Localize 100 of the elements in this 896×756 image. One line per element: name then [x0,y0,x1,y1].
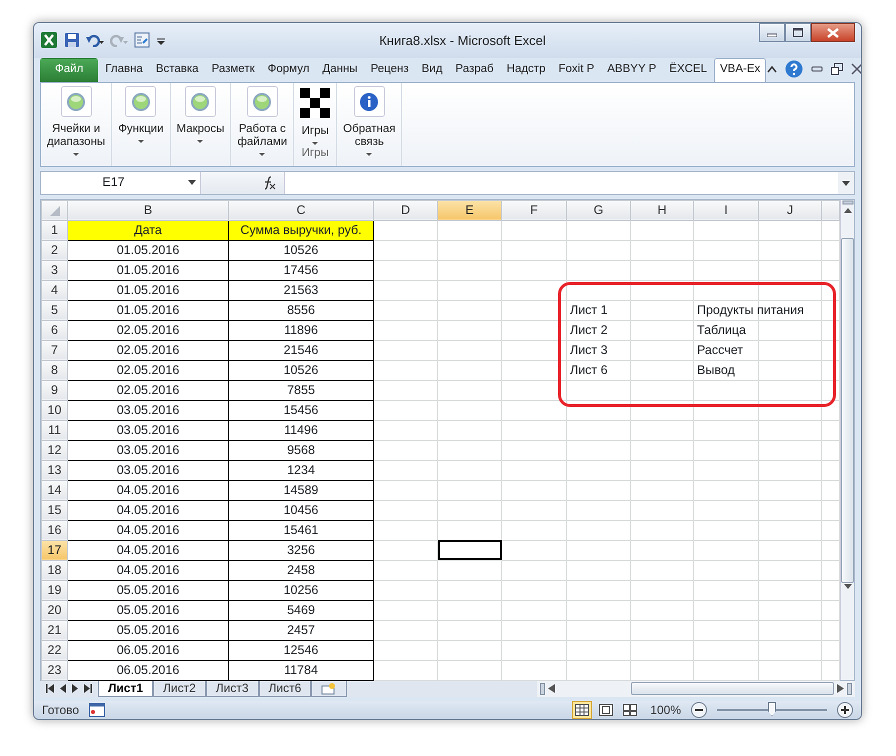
ribbon-button[interactable]: Функции [116,86,166,166]
row-header[interactable]: 4 [42,280,68,300]
row-header[interactable]: 5 [42,300,68,320]
row-header[interactable]: 14 [42,480,68,500]
column-header[interactable]: F [502,200,566,220]
table-cell: Продукты питания [697,302,804,317]
column-header[interactable]: D [374,200,438,220]
info-icon [359,92,380,112]
column-header[interactable]: I [694,200,758,220]
table-cell: 03.05.2016 [68,460,228,480]
table-cell: 17456 [228,260,374,280]
ribbon-tab[interactable]: ЁXCEL [663,58,713,82]
row-header[interactable]: 12 [42,440,68,460]
table-cell: 04.05.2016 [68,480,228,500]
column-header[interactable]: E [438,200,502,220]
row-header[interactable]: 18 [42,560,68,580]
ribbon-tab[interactable]: Данны [316,58,364,82]
sheet-tab[interactable]: Лист2 [153,680,206,697]
row-header[interactable]: 1 [42,220,68,240]
row-header[interactable]: 9 [42,380,68,400]
row-header[interactable]: 6 [42,320,68,340]
row-header[interactable]: 11 [42,420,68,440]
zoom-out-button[interactable] [691,702,707,718]
plus-icon [841,706,849,714]
file-tab[interactable]: Файл [40,58,98,82]
row-header[interactable]: 3 [42,260,68,280]
minimize-button[interactable] [759,23,785,42]
ribbon-button[interactable]: Игры [298,86,332,146]
normal-view-button[interactable] [572,701,592,719]
close-button[interactable] [811,23,855,42]
row-header[interactable]: 8 [42,360,68,380]
scrollbar-thumb[interactable] [841,238,854,583]
split-handle-icon[interactable] [842,200,854,206]
ribbon-tab[interactable]: Разраб [449,58,500,82]
ribbon-tab[interactable]: VBA-Ex [714,58,766,82]
ribbon-tab[interactable]: Вид [416,58,448,82]
row-header[interactable]: 17 [42,540,68,560]
collapse-ribbon-icon[interactable] [767,65,778,74]
maximize-button[interactable] [785,23,811,42]
split-handle-icon[interactable] [847,682,852,695]
ribbon-tab[interactable]: Разметк [206,58,261,82]
group-label: Игры [302,146,329,162]
ribbon-button[interactable]: Ячейки и диапазоны [45,86,108,166]
help-icon[interactable] [785,60,804,78]
ribbon-button[interactable]: Работа с файлами [235,86,290,166]
row-header[interactable]: 20 [42,600,68,620]
macro-record-icon[interactable] [89,703,106,717]
minimize-icon[interactable] [811,65,824,74]
column-header[interactable]: J [758,200,822,220]
first-sheet-icon[interactable] [46,684,54,694]
column-header[interactable]: C [228,200,374,220]
close-icon[interactable] [851,63,861,76]
column-header[interactable]: H [630,200,694,220]
split-handle-icon[interactable] [540,682,545,695]
form-icon[interactable] [134,32,150,48]
restore-icon[interactable] [831,63,844,76]
ribbon-tab[interactable]: Формул [262,58,316,82]
zoom-slider-thumb[interactable] [768,702,776,716]
row-header[interactable]: 2 [42,240,68,260]
excel-logo-icon[interactable] [40,31,58,50]
ribbon-button[interactable]: Обратная связь [341,86,398,166]
column-header[interactable]: G [566,200,630,220]
active-cell[interactable] [438,540,502,560]
save-icon[interactable] [64,32,80,48]
scroll-up-icon[interactable] [842,206,852,214]
last-sheet-icon[interactable] [84,684,92,694]
zoom-in-button[interactable] [837,702,853,718]
ribbon-tab[interactable]: Надстр [500,58,552,82]
row-header[interactable]: 23 [42,660,68,680]
orb-icon [66,92,86,112]
row-header[interactable]: 10 [42,400,68,420]
scroll-left-icon[interactable] [548,684,555,694]
row-header[interactable]: 16 [42,520,68,540]
ribbon-tab[interactable]: Реценз [364,58,415,82]
table-cell: 01.05.2016 [68,300,228,320]
table-cell: 10526 [228,240,374,260]
row-header[interactable]: 7 [42,340,68,360]
ribbon-tab[interactable]: Главна [99,58,149,82]
row-header[interactable]: 15 [42,500,68,520]
undo-icon[interactable] [86,33,104,48]
ribbon-tab[interactable]: Foxit P [552,58,600,82]
row-header[interactable]: 19 [42,580,68,600]
previous-sheet-icon[interactable] [60,684,66,694]
insert-sheet-button[interactable] [311,680,348,697]
ribbon-tab[interactable]: ABBYY P [601,58,662,82]
sheet-tab[interactable]: Лист6 [258,680,312,697]
table-cell: 01.05.2016 [68,280,228,300]
sheet-tab[interactable]: Лист1 [98,680,154,697]
row-header[interactable]: 21 [42,620,68,640]
column-header[interactable]: B [68,200,228,220]
ribbon-tab[interactable]: Вставка [150,58,205,82]
status-text: Готово [42,702,80,719]
next-sheet-icon[interactable] [72,684,78,694]
table-cell: 02.05.2016 [68,360,228,380]
scrollbar-thumb[interactable] [631,682,834,696]
scroll-right-icon[interactable] [837,684,844,694]
ribbon-button[interactable]: Макросы [174,86,226,166]
sheet-tab[interactable]: Лист3 [206,680,259,697]
row-header[interactable]: 22 [42,640,68,660]
row-header[interactable]: 13 [42,460,68,480]
